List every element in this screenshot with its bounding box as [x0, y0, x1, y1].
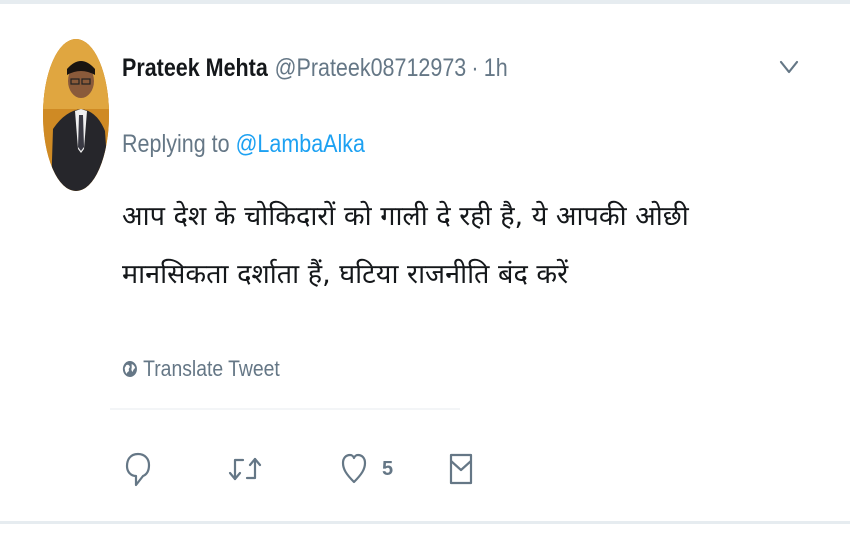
header-separator: · — [471, 53, 479, 82]
direct-message-button[interactable] — [448, 446, 474, 492]
direct-message-icon — [449, 453, 473, 485]
chevron-down-icon[interactable] — [778, 56, 800, 78]
author-name[interactable]: Prateek Mehta — [122, 54, 268, 83]
translate-tweet-label: Translate Tweet — [143, 356, 280, 381]
tweet-card: Prateek Mehta @Prateek08712973 · 1h Repl… — [0, 0, 850, 550]
avatar[interactable] — [43, 39, 109, 191]
tweet-text: आप देश के चोकिदारों को गाली दे रही है, य… — [122, 201, 689, 290]
replying-to-line: Replying to @LambaAlka — [122, 125, 365, 163]
like-button[interactable]: 5 — [340, 446, 393, 492]
replying-to-label: Replying to — [122, 129, 230, 158]
tweet-header: Prateek Mehta @Prateek08712973 · 1h — [122, 48, 508, 88]
reply-button[interactable] — [124, 446, 152, 492]
avatar-photo — [43, 39, 109, 191]
retweet-button[interactable] — [228, 446, 262, 492]
globe-icon — [122, 361, 137, 377]
tweet-timestamp[interactable]: 1h — [484, 54, 508, 83]
retweet-icon — [228, 457, 262, 481]
like-count: 5 — [382, 457, 394, 480]
top-divider — [0, 0, 850, 4]
bottom-divider — [0, 521, 850, 524]
content-divider — [110, 408, 460, 410]
heart-icon — [341, 453, 367, 484]
replying-to-link[interactable]: @LambaAlka — [236, 130, 365, 159]
reply-icon — [125, 452, 151, 487]
author-handle[interactable]: @Prateek08712973 — [275, 54, 467, 83]
translate-tweet-button[interactable]: Translate Tweet — [122, 352, 280, 386]
